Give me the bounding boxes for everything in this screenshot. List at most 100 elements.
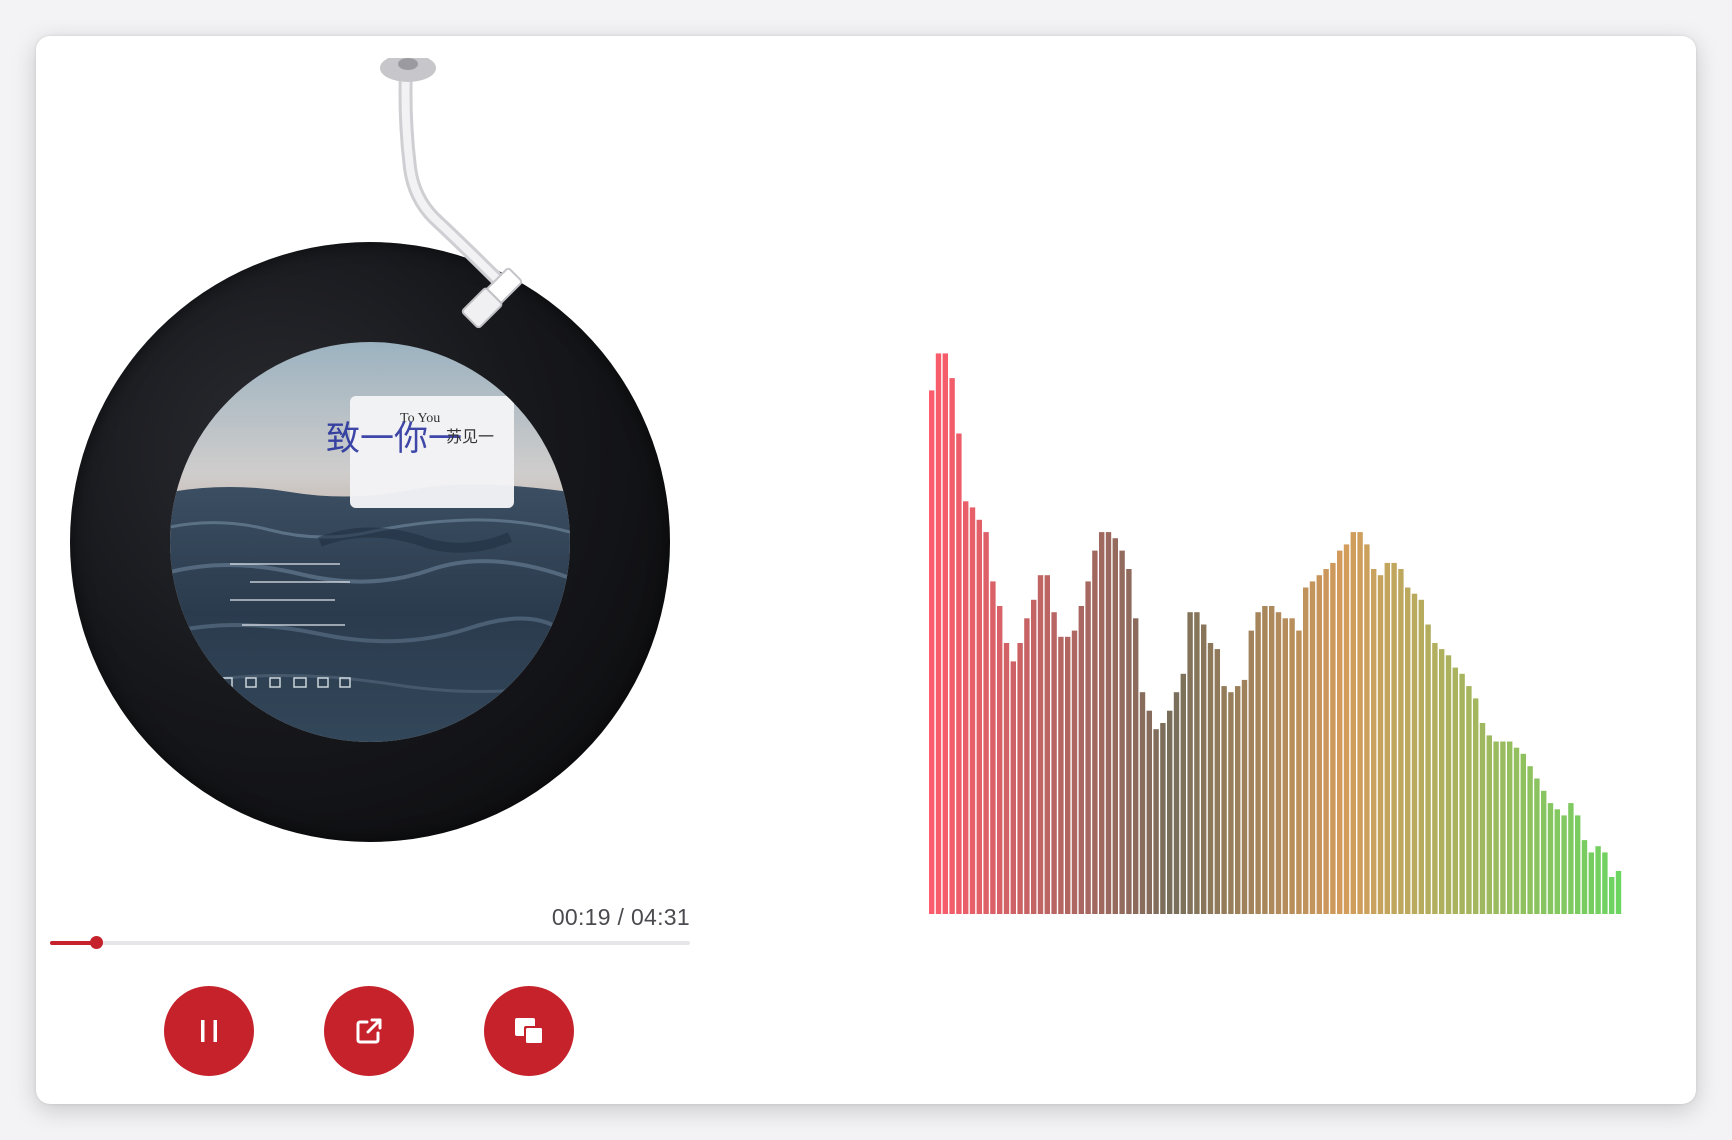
progress-handle[interactable] bbox=[90, 936, 104, 949]
spectrum-bar bbox=[1391, 562, 1397, 914]
spectrum-bar bbox=[1343, 544, 1350, 914]
spectrum-bar bbox=[1031, 599, 1037, 914]
picture-in-picture-button[interactable] bbox=[484, 986, 574, 1076]
spectrum-bar bbox=[1105, 532, 1112, 914]
spectrum-bar bbox=[1085, 581, 1091, 914]
spectrum-bar bbox=[1547, 803, 1554, 914]
spectrum-bar bbox=[1269, 606, 1275, 914]
spectrum-bar bbox=[1071, 630, 1078, 914]
album-label-script-small: 苏见一 bbox=[446, 427, 494, 446]
spectrum-bar bbox=[1581, 840, 1588, 914]
spectrum-bar bbox=[1445, 655, 1452, 914]
spectrum-bar bbox=[1153, 729, 1159, 914]
spectrum-bar bbox=[1017, 643, 1023, 914]
spectrum-bar bbox=[1561, 815, 1567, 914]
spectrum-bar bbox=[990, 581, 996, 914]
spectrum-bar bbox=[942, 353, 948, 914]
spectrum-bar bbox=[1575, 815, 1581, 914]
spectrum-bar bbox=[1133, 618, 1139, 914]
spectrum-bar bbox=[1615, 870, 1622, 914]
spectrum-bar bbox=[1411, 593, 1418, 914]
progress-bar[interactable] bbox=[50, 936, 690, 949]
spectrum-bar bbox=[1439, 649, 1445, 914]
spectrum-bar bbox=[1520, 753, 1526, 914]
spectrum-bar bbox=[1330, 562, 1336, 914]
spectrum-bar bbox=[956, 433, 962, 914]
spectrum-bar bbox=[1282, 618, 1288, 914]
spectrum-bar bbox=[1187, 612, 1193, 914]
spectrum-bar bbox=[935, 353, 942, 914]
spectrum-bar bbox=[1479, 723, 1486, 914]
spectrum-bar bbox=[1126, 569, 1132, 914]
spectrum-bar bbox=[1221, 686, 1227, 914]
spectrum-bar bbox=[1371, 569, 1377, 914]
spectrum-bar bbox=[1405, 587, 1411, 914]
time-display: 00:19 / 04:31 bbox=[551, 904, 690, 930]
spectrum-bar bbox=[997, 606, 1003, 914]
spectrum-bar bbox=[949, 378, 955, 914]
spectrum-bar bbox=[1044, 575, 1050, 914]
spectrum-bar bbox=[1262, 606, 1268, 914]
spectrum-bar bbox=[1486, 735, 1492, 914]
spectrum-bar bbox=[1452, 667, 1458, 914]
spectrum-bar bbox=[1235, 686, 1241, 914]
pause-icon bbox=[201, 1020, 217, 1042]
album-label-script-large: 致一你一 bbox=[326, 419, 462, 459]
spectrum-bar bbox=[1473, 698, 1479, 914]
spectrum-bar bbox=[1003, 643, 1010, 914]
spectrum-bar bbox=[1037, 575, 1044, 914]
spectrum-bar bbox=[1350, 532, 1356, 914]
spectrum-bar bbox=[1010, 661, 1016, 914]
spectrum-bar bbox=[1554, 809, 1560, 914]
spectrum-bar bbox=[1112, 538, 1118, 914]
spectrum-bar bbox=[1466, 686, 1472, 914]
spectrum-bar bbox=[1357, 532, 1363, 914]
spectrum-bar bbox=[1296, 630, 1302, 914]
spectrum-bar bbox=[1588, 852, 1594, 914]
spectrum-bar bbox=[1248, 630, 1254, 914]
spectrum-bar bbox=[1078, 606, 1084, 914]
spectrum-bar bbox=[1275, 612, 1282, 914]
spectrum-bar bbox=[1058, 636, 1064, 914]
spectrum-bar bbox=[1384, 562, 1390, 914]
spectrum-bar bbox=[1418, 599, 1424, 914]
spectrum-bar bbox=[1377, 575, 1384, 914]
spectrum-bar bbox=[1160, 723, 1166, 914]
album-cover: To You 致一你一 苏见一 bbox=[170, 342, 570, 742]
spectrum-bar bbox=[1201, 624, 1207, 914]
open-external-button[interactable] bbox=[324, 986, 414, 1076]
spectrum-bar bbox=[1364, 544, 1370, 914]
spectrum-bar bbox=[1609, 877, 1615, 914]
external-link-icon bbox=[356, 1018, 382, 1044]
spectrum-bar bbox=[1214, 649, 1220, 914]
spectrum-bar bbox=[1303, 587, 1309, 914]
spectrum-bar bbox=[1309, 581, 1316, 914]
spectrum-bar bbox=[1568, 803, 1574, 914]
spectrum-bar bbox=[1099, 532, 1105, 914]
spectrum-bar bbox=[1119, 550, 1125, 914]
spectrum-bar bbox=[1398, 569, 1404, 914]
spectrum-bar bbox=[1323, 569, 1329, 914]
spectrum-bar bbox=[1228, 692, 1234, 914]
spectrum-bar bbox=[1167, 710, 1173, 914]
spectrum-bar bbox=[1289, 618, 1295, 914]
spectrum-bar bbox=[969, 507, 976, 914]
pause-button[interactable] bbox=[164, 986, 254, 1076]
tonearm[interactable] bbox=[376, 58, 616, 388]
spectrum-bar bbox=[1527, 766, 1533, 914]
spectrum-bar bbox=[929, 390, 935, 914]
spectrum-bar bbox=[1316, 575, 1322, 914]
player-window: To You 致一你一 苏见一 00:19 / 04:31 bbox=[36, 36, 1696, 1104]
spectrum-visualizer bbox=[929, 353, 1622, 914]
spectrum-bar bbox=[1507, 741, 1513, 914]
spectrum-bar bbox=[1534, 778, 1540, 914]
spectrum-bar bbox=[1255, 612, 1261, 914]
spectrum-bar bbox=[1139, 692, 1146, 914]
pip-icon bbox=[515, 1018, 544, 1045]
spectrum-bar bbox=[983, 532, 989, 914]
spectrum-bar bbox=[1065, 636, 1071, 914]
spectrum-bar bbox=[1493, 741, 1499, 914]
spectrum-bar bbox=[1513, 747, 1520, 914]
spectrum-bar bbox=[1541, 790, 1547, 914]
spectrum-bar bbox=[976, 519, 982, 914]
